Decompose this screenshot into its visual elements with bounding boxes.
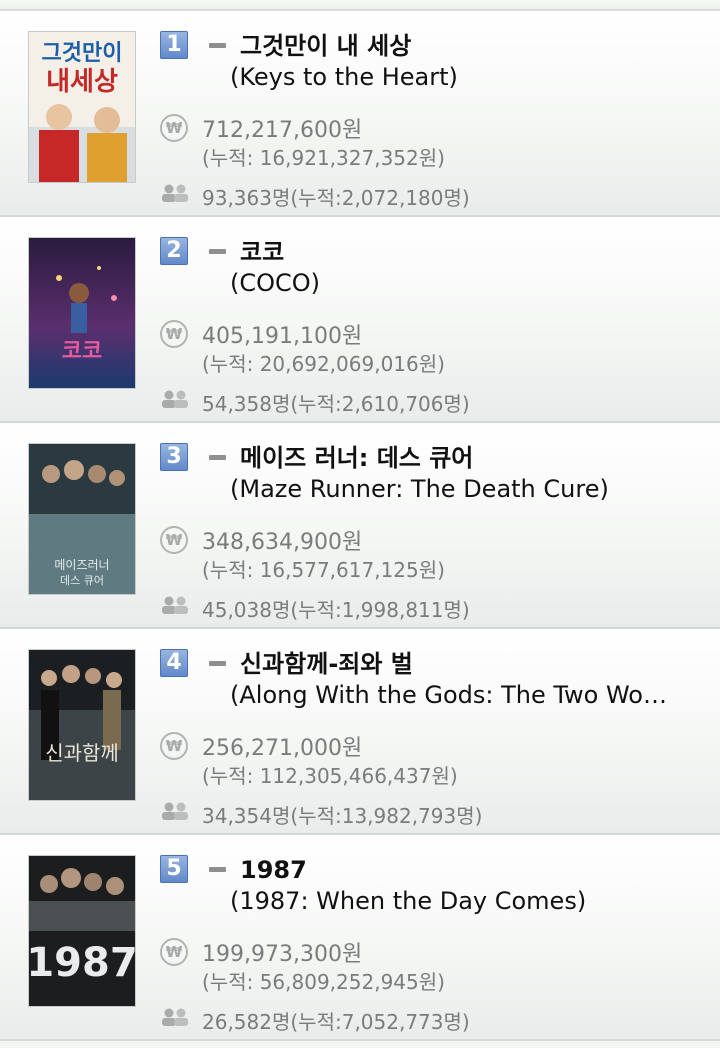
movie-title-english[interactable]: (1987: When the Day Comes) [230,886,586,916]
rank-badge: 2 [160,237,188,265]
audience-count: 45,038명(누적:1,998,811명) [202,598,470,622]
won-coin-icon: ₩ [160,526,188,554]
movie-title-korean[interactable]: 1987 [240,855,307,885]
dash-icon [209,249,226,254]
daily-sales: 199,973,300원 [202,942,363,967]
won-coin-icon: ₩ [160,732,188,760]
movie-title-english[interactable]: (Keys to the Heart) [230,62,458,92]
dash-icon [209,661,226,666]
cumulative-sales: (누적: 56,809,252,945원) [202,970,445,994]
movie-row-2[interactable]: 코코 2 코코 (COCO) ₩ 405,191,100원 (누적: 20,69… [0,217,720,423]
won-coin-icon: ₩ [160,320,188,348]
people-icon [162,390,188,408]
movie-poster[interactable]: 메이즈러너 데스 큐어 [28,443,136,595]
list-top-divider [0,0,720,11]
movie-title-korean[interactable]: 그것만이 내 세상 [240,31,411,61]
cumulative-sales: (누적: 112,305,466,437원) [202,764,458,788]
poster-image: 1987 [29,856,135,1006]
movie-row-1[interactable]: 그것만이 내세상 1 그것만이 내 세상 (Keys to the Heart)… [0,11,720,217]
people-icon [162,596,188,614]
dash-icon [209,455,226,460]
movie-poster[interactable]: 신과함께 [28,649,136,801]
rank-badge: 5 [160,855,188,883]
svg-text:코코: 코코 [62,339,102,364]
daily-sales: 405,191,100원 [202,324,363,349]
movie-row-4[interactable]: 신과함께 4 신과함께-죄와 벌 (Along With the Gods: T… [0,629,720,835]
cumulative-sales: (누적: 16,921,327,352원) [202,146,445,170]
poster-image: 그것만이 내세상 [29,32,135,182]
rank-badge: 4 [160,649,188,677]
cumulative-sales: (누적: 20,692,069,016원) [202,352,445,376]
movie-title-english[interactable]: (COCO) [230,268,320,298]
poster-image: 신과함께 [29,650,135,800]
rank-badge: 3 [160,443,188,471]
svg-text:데스 큐어: 데스 큐어 [60,574,104,587]
people-icon [162,802,188,820]
movie-poster[interactable]: 그것만이 내세상 [28,31,136,183]
audience-count: 26,582명(누적:7,052,773명) [202,1010,470,1034]
won-coin-icon: ₩ [160,938,188,966]
movie-poster[interactable]: 1987 [28,855,136,1007]
dash-icon [209,867,226,872]
audience-count: 93,363명(누적:2,072,180명) [202,186,470,210]
dash-icon [209,43,226,48]
people-icon [162,1008,188,1026]
svg-text:1987: 1987 [29,940,135,986]
daily-sales: 256,271,000원 [202,736,363,761]
movie-title-korean[interactable]: 메이즈 러너: 데스 큐어 [240,443,473,473]
svg-text:메이즈러너: 메이즈러너 [54,558,109,572]
box-office-list: 그것만이 내세상 1 그것만이 내 세상 (Keys to the Heart)… [0,0,720,1048]
cumulative-sales: (누적: 16,577,617,125원) [202,558,445,582]
movie-title-english[interactable]: (Along With the Gods: The Two Wo… [230,680,667,710]
svg-text:신과함께: 신과함께 [45,741,119,765]
people-icon [162,184,188,202]
won-coin-icon: ₩ [160,114,188,142]
rank-badge: 1 [160,31,188,59]
daily-sales: 712,217,600원 [202,118,363,143]
svg-text:내세상: 내세상 [46,67,118,97]
movie-title-korean[interactable]: 코코 [240,237,284,267]
audience-count: 34,354명(누적:13,982,793명) [202,804,483,828]
svg-text:그것만이: 그것만이 [42,41,123,66]
poster-image: 메이즈러너 데스 큐어 [29,444,135,594]
poster-image: 코코 [29,238,135,388]
movie-row-3[interactable]: 메이즈러너 데스 큐어 3 메이즈 러너: 데스 큐어 (Maze Runner… [0,423,720,629]
movie-row-5[interactable]: 1987 5 1987 (1987: When the Day Comes) ₩… [0,835,720,1041]
movie-title-korean[interactable]: 신과함께-죄와 벌 [240,649,413,679]
movie-poster[interactable]: 코코 [28,237,136,389]
movie-title-english[interactable]: (Maze Runner: The Death Cure) [230,474,609,504]
daily-sales: 348,634,900원 [202,530,363,555]
audience-count: 54,358명(누적:2,610,706명) [202,392,470,416]
